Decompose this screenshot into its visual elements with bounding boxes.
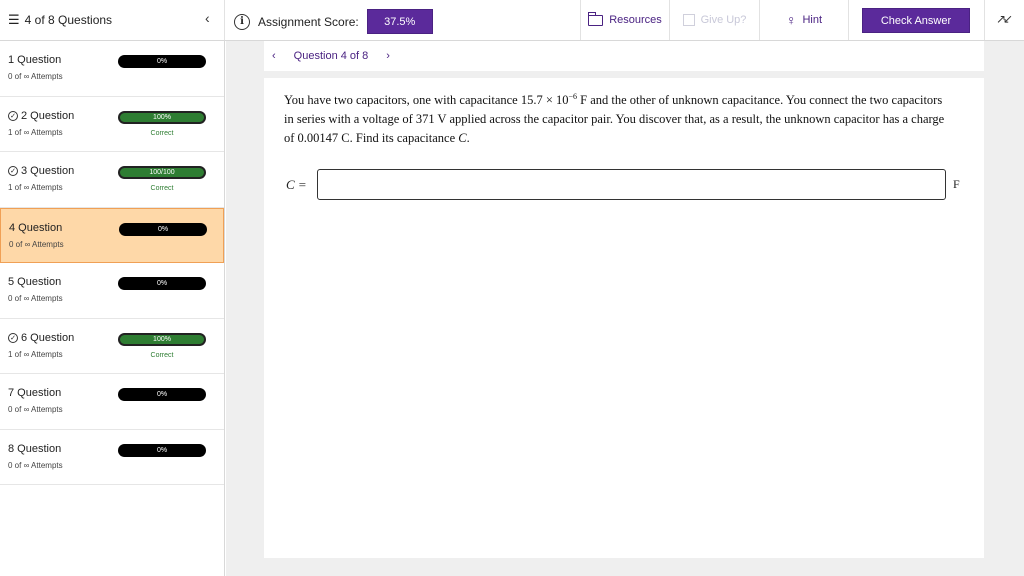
divider xyxy=(984,0,985,40)
status-text: Correct xyxy=(150,351,174,359)
status-text: Correct xyxy=(150,185,174,192)
question-title-text: 7 Question xyxy=(8,387,62,399)
status-text: Correct xyxy=(150,129,174,137)
attempts-text: 0 of ∞ Attempts xyxy=(8,460,63,470)
lightbulb-icon: ♀ xyxy=(785,12,797,28)
fullscreen-icon[interactable]: ↗↙ xyxy=(996,12,1013,26)
progress-bar: 100/100 xyxy=(118,166,206,179)
divider xyxy=(848,0,849,40)
divider xyxy=(224,0,225,40)
question-title-text: 1 Question xyxy=(8,54,62,66)
attempts-text: 0 of ∞ Attempts xyxy=(8,405,63,414)
give-up-icon xyxy=(682,14,695,26)
progress-bar: 0% xyxy=(118,55,206,68)
attempts-text: 1 of ∞ Attempts xyxy=(8,183,63,192)
progress-bar: 0% xyxy=(118,443,206,457)
hint-button[interactable]: ♀ Hint xyxy=(760,0,848,40)
capacitance-answer-input[interactable] xyxy=(317,169,946,200)
prev-question-button[interactable]: ‹ xyxy=(272,50,276,62)
question-title: 1 Question xyxy=(8,54,61,66)
question-title: 8 Question xyxy=(8,443,61,455)
check-circle-icon: ✓ xyxy=(8,166,18,176)
question-nav-label: Question 4 of 8 xyxy=(293,50,369,62)
question-title-text: 6 Question xyxy=(21,331,75,344)
list-icon: ☰ xyxy=(8,12,20,27)
question-title-text: 4 Question xyxy=(9,221,63,234)
info-icon[interactable]: i xyxy=(234,13,250,30)
question-title: ✓ 2 Question xyxy=(8,110,74,122)
sidebar-question-item[interactable]: 5 Question 0 of ∞ Attempts 0% xyxy=(0,263,224,319)
progress-bar: 0% xyxy=(118,388,206,401)
question-exponent: −6 xyxy=(568,92,578,101)
sidebar-question-item[interactable]: 7 Question 0 of ∞ Attempts 0% xyxy=(0,374,224,430)
question-counter-text: 4 of 8 Questions xyxy=(24,13,113,27)
resources-button[interactable]: Resources xyxy=(581,0,669,40)
question-title: 4 Question xyxy=(9,222,62,234)
question-nav: ‹ Question 4 of 8 › xyxy=(264,41,984,71)
question-sidebar: 1 Question 0 of ∞ Attempts 0% ✓ 2 Question 1 … xyxy=(0,41,225,576)
question-title: 7 Question xyxy=(8,387,61,399)
question-title: ✓ 6 Question xyxy=(8,332,74,344)
folder-icon xyxy=(587,11,604,26)
answer-label: C = xyxy=(286,177,307,192)
attempts-text: 1 of ∞ Attempts xyxy=(8,349,63,359)
sidebar-question-item[interactable]: 1 Question 0 of ∞ Attempts 0% xyxy=(0,41,224,97)
attempts-text: 0 of ∞ Attempts xyxy=(8,294,63,303)
question-title: 5 Question xyxy=(8,276,61,288)
attempts-text: 0 of ∞ Attempts xyxy=(8,72,63,81)
unit-label: F xyxy=(953,177,960,191)
next-question-button[interactable]: › xyxy=(386,50,390,62)
progress-bar: 100% xyxy=(118,110,206,124)
score-label: Assignment Score: xyxy=(258,14,359,29)
sidebar-question-item[interactable]: ✓ 6 Question 1 of ∞ Attempts 100% Correct xyxy=(0,318,224,374)
sidebar-question-item[interactable]: ✓ 2 Question 1 of ∞ Attempts 100% Correct xyxy=(0,96,224,152)
question-title-text: 3 Question xyxy=(21,165,75,177)
top-bar: ☰ 4 of 8 Questions ‹ i Assignment Score:… xyxy=(0,0,1024,41)
attempts-text: 0 of ∞ Attempts xyxy=(9,239,64,249)
question-text-part: You have two capacitors, one with capaci… xyxy=(284,93,569,108)
resources-label: Resources xyxy=(609,14,662,26)
attempts-text: 1 of ∞ Attempts xyxy=(8,127,63,137)
give-up-button[interactable]: Give Up? xyxy=(670,0,759,40)
progress-bar: 100% xyxy=(118,332,206,346)
give-up-label: Give Up? xyxy=(700,14,747,26)
progress-bar: 0% xyxy=(118,277,206,290)
sidebar-question-item[interactable]: 8 Question 0 of ∞ Attempts 0% xyxy=(0,429,224,485)
question-text: You have two capacitors, one with capaci… xyxy=(284,87,954,148)
collapse-sidebar-button[interactable]: ‹ xyxy=(205,10,210,26)
question-text-end: . xyxy=(466,131,470,146)
check-answer-button[interactable]: Check Answer xyxy=(862,8,970,33)
check-circle-icon: ✓ xyxy=(8,110,18,121)
progress-bar: 0% xyxy=(119,222,207,236)
question-variable: C xyxy=(458,131,467,146)
assignment-score: i Assignment Score: 37.5% xyxy=(234,9,433,34)
question-title-text: 8 Question xyxy=(8,442,62,455)
question-title: ✓ 3 Question xyxy=(8,165,74,177)
hint-label: Hint xyxy=(802,14,823,26)
sidebar-question-item[interactable]: ✓ 3 Question 1 of ∞ Attempts 100/100 Correct xyxy=(0,152,224,208)
question-title-text: 2 Question xyxy=(21,109,75,122)
question-counter[interactable]: ☰ 4 of 8 Questions xyxy=(8,12,112,28)
sidebar-question-item[interactable]: 4 Question 0 of ∞ Attempts 0% xyxy=(0,207,224,263)
question-title-text: 5 Question xyxy=(8,276,62,288)
question-card: You have two capacitors, one with capaci… xyxy=(264,78,984,558)
check-circle-icon: ✓ xyxy=(8,332,18,343)
score-badge: 37.5% xyxy=(366,9,433,34)
